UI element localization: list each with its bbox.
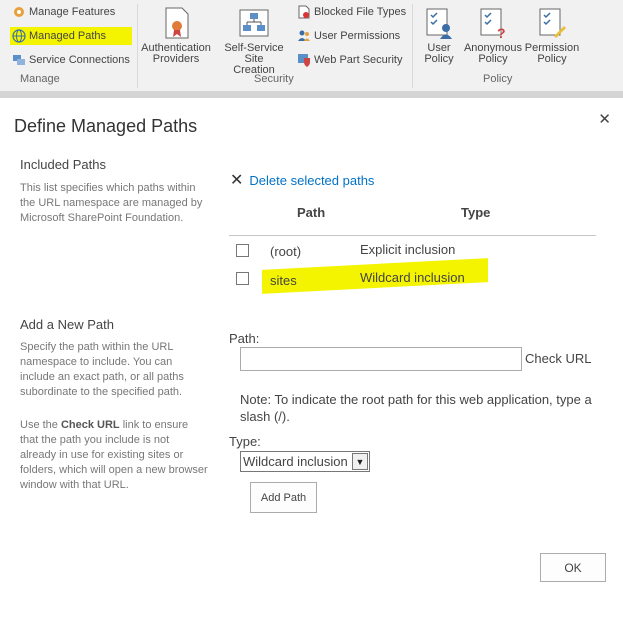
path-column-header: Path bbox=[297, 205, 326, 220]
check-url-desc-bold: Check URL bbox=[60, 419, 120, 431]
managed-paths-label: Managed Paths bbox=[29, 30, 107, 42]
ok-button[interactable]: OK bbox=[540, 553, 606, 582]
globe-icon bbox=[12, 29, 26, 43]
anonymous-policy-line2: Policy bbox=[478, 53, 508, 65]
authentication-providers-button[interactable]: Authentication Providers bbox=[140, 6, 212, 65]
manage-features-label: Manage Features bbox=[29, 6, 116, 18]
included-paths-heading: Included Paths bbox=[20, 157, 107, 172]
type-select[interactable]: Wildcard inclusion ▼ bbox=[240, 451, 370, 472]
path-cell: sites bbox=[270, 273, 297, 288]
user-policy-line2: Policy bbox=[424, 53, 454, 65]
check-url-description: Use the Check URL link to ensure that th… bbox=[20, 418, 208, 493]
features-icon bbox=[12, 5, 26, 19]
service-connections-label: Service Connections bbox=[29, 54, 130, 66]
row-checkbox[interactable] bbox=[236, 244, 249, 257]
permission-policy-line2: Policy bbox=[537, 53, 567, 65]
add-path-button[interactable]: Add Path bbox=[250, 482, 317, 513]
path-label: Path: bbox=[229, 331, 260, 346]
check-url-link[interactable]: Check URL bbox=[525, 351, 591, 366]
type-cell: Explicit inclusion bbox=[360, 242, 456, 257]
web-part-security-label: Web Part Security bbox=[314, 54, 403, 66]
type-column-header: Type bbox=[461, 205, 491, 220]
blocked-file-icon bbox=[297, 5, 311, 19]
included-paths-description: This list specifies which paths within t… bbox=[20, 182, 203, 224]
add-new-path-description: Specify the path within the URL namespac… bbox=[20, 341, 184, 398]
self-service-line1: Self-Service Site bbox=[224, 42, 284, 65]
managed-paths-button[interactable]: Managed Paths bbox=[10, 27, 133, 45]
chevron-down-icon[interactable]: ▼ bbox=[352, 453, 368, 470]
web-part-security-button[interactable]: Web Part Security bbox=[297, 53, 402, 67]
manage-group-label: Manage bbox=[20, 73, 60, 85]
manage-features-button[interactable]: Manage Features bbox=[12, 5, 115, 19]
anonymous-policy-button[interactable]: ? Anonymous Policy bbox=[462, 6, 524, 65]
add-new-path-heading: Add a New Path bbox=[20, 317, 114, 332]
managed-paths-dialog: Define Managed Paths ✕ Included Paths Th… bbox=[0, 98, 623, 631]
self-service-site-creation-button[interactable]: Self-Service Site Creation bbox=[214, 6, 294, 76]
type-select-value: Wildcard inclusion bbox=[243, 454, 348, 469]
path-cell: (root) bbox=[270, 244, 302, 259]
svg-text:?: ? bbox=[497, 25, 506, 40]
permission-policy-button[interactable]: Permission Policy bbox=[524, 6, 580, 65]
delete-icon: ✕ bbox=[230, 172, 244, 189]
path-input[interactable] bbox=[240, 347, 522, 371]
user-policy-icon bbox=[423, 6, 455, 40]
delete-selected-paths-link[interactable]: Delete selected paths bbox=[249, 173, 374, 188]
type-label: Type: bbox=[229, 434, 261, 449]
site-hierarchy-icon bbox=[238, 6, 270, 40]
check-url-desc-pre: Use the bbox=[20, 419, 61, 431]
group-separator bbox=[412, 4, 413, 88]
root-path-note: Note: To indicate the root path for this… bbox=[240, 392, 592, 424]
dialog-title: Define Managed Paths bbox=[14, 116, 198, 136]
blocked-file-types-label: Blocked File Types bbox=[314, 6, 407, 18]
policy-group-label: Policy bbox=[483, 73, 513, 85]
security-group-label: Security bbox=[254, 73, 294, 85]
authentication-providers-line2: Providers bbox=[152, 53, 200, 65]
close-icon[interactable]: ✕ bbox=[598, 110, 611, 128]
delete-selected-paths[interactable]: ✕ Delete selected paths bbox=[230, 170, 374, 190]
user-permissions-label: User Permissions bbox=[314, 30, 401, 42]
service-connections-button[interactable]: Service Connections bbox=[12, 53, 130, 67]
users-icon bbox=[297, 29, 311, 43]
group-separator bbox=[137, 4, 138, 88]
ribbon: Manage Features Managed Paths Service Co… bbox=[0, 0, 623, 92]
permission-policy-icon bbox=[536, 6, 568, 40]
user-permissions-button[interactable]: User Permissions bbox=[297, 29, 400, 43]
service-connections-icon bbox=[12, 53, 26, 67]
row-checkbox[interactable] bbox=[236, 272, 249, 285]
user-policy-button[interactable]: User Policy bbox=[418, 6, 460, 65]
type-cell: Wildcard inclusion bbox=[360, 270, 465, 285]
anonymous-policy-icon: ? bbox=[477, 6, 509, 41]
table-header-divider bbox=[229, 235, 596, 236]
certificate-icon bbox=[160, 6, 192, 40]
shield-icon bbox=[297, 53, 311, 67]
blocked-file-types-button[interactable]: Blocked File Types bbox=[297, 5, 406, 19]
